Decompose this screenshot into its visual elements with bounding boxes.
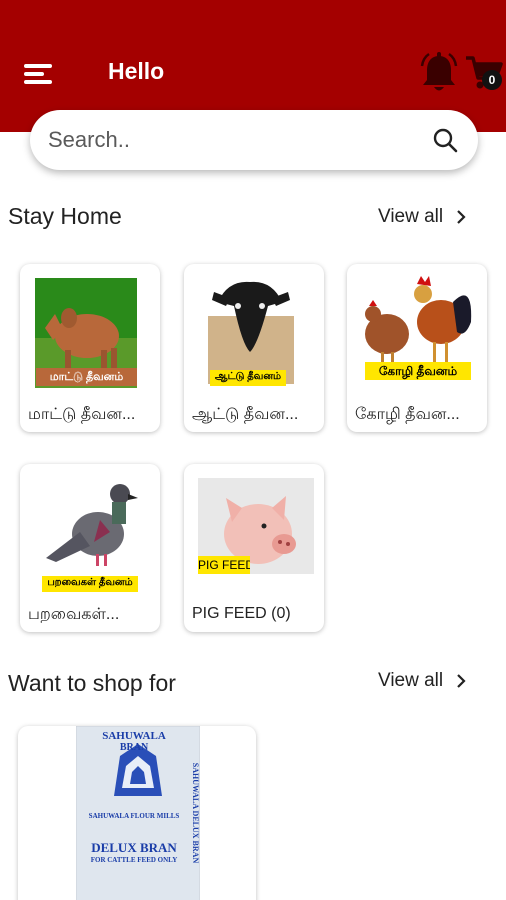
category-card-bird-feed[interactable]: பறவைகள் தீவனம் பறவைகள்... bbox=[20, 464, 160, 632]
category-card-poultry-feed[interactable]: கோழி தீவனம் கோழி தீவன... bbox=[347, 264, 487, 432]
search-input[interactable] bbox=[48, 124, 418, 156]
product-brand: SAHUWALA bbox=[102, 730, 166, 742]
search-bar bbox=[30, 110, 478, 170]
want-to-shop-view-all[interactable]: View all bbox=[378, 670, 467, 692]
category-name: பறவைகள்... bbox=[28, 606, 120, 623]
category-card-pig-feed[interactable]: PIG FEED PIG FEED (0) bbox=[184, 464, 324, 632]
bird-feed-image-label: பறவைகள் தீவனம் bbox=[42, 576, 138, 592]
product-sub: BRAN bbox=[119, 742, 149, 753]
pig-feed-image-label: PIG FEED bbox=[198, 556, 250, 574]
product-mill: SAHUWALA FLOUR MILLS bbox=[88, 812, 180, 820]
product-side-text: SAHUWALA DELUX BRAN bbox=[191, 762, 200, 864]
view-all-label: View all bbox=[378, 206, 444, 227]
product-card[interactable]: SAHUWALA BRAN SAHUWALA FLOUR MILLS DELUX… bbox=[18, 726, 256, 900]
stay-home-view-all[interactable]: View all bbox=[378, 206, 467, 228]
poultry-feed-image bbox=[365, 276, 472, 364]
category-name: மாட்டு தீவன... bbox=[28, 406, 136, 423]
product-note: FOR CATTLE FEED ONLY bbox=[90, 856, 178, 864]
chevron-right-icon bbox=[457, 674, 466, 688]
category-name: கோழி தீவன... bbox=[355, 406, 460, 423]
cart-count-badge: 0 bbox=[482, 70, 502, 90]
product-name: DELUX BRAN bbox=[91, 840, 177, 855]
hamburger-menu-icon[interactable] bbox=[24, 62, 54, 86]
want-to-shop-heading: Want to shop for bbox=[8, 670, 176, 696]
goat-feed-image-label: ஆட்டு தீவனம் bbox=[210, 370, 286, 386]
category-card-cattle-feed[interactable]: மாட்டு தீவனம் மாட்டு தீவன... bbox=[20, 264, 160, 432]
cattle-feed-image-label: மாட்டு தீவனம் bbox=[36, 368, 137, 386]
poultry-feed-image-label: கோழி தீவனம் bbox=[365, 362, 471, 380]
notification-bell-icon[interactable] bbox=[420, 52, 458, 94]
search-icon[interactable] bbox=[432, 127, 458, 153]
goat-feed-image bbox=[208, 281, 294, 384]
stay-home-heading: Stay Home bbox=[8, 203, 122, 229]
page-title: Hello bbox=[108, 58, 165, 84]
view-all-label: View all bbox=[378, 670, 444, 691]
product-image: SAHUWALA BRAN SAHUWALA FLOUR MILLS DELUX… bbox=[76, 726, 200, 900]
category-card-goat-feed[interactable]: ஆட்டு தீவனம் ஆட்டு தீவன... bbox=[184, 264, 324, 432]
chevron-right-icon bbox=[457, 210, 466, 224]
category-name: PIG FEED (0) bbox=[192, 605, 291, 622]
bird-feed-image bbox=[46, 484, 138, 566]
category-name: ஆட்டு தீவன... bbox=[192, 406, 299, 423]
